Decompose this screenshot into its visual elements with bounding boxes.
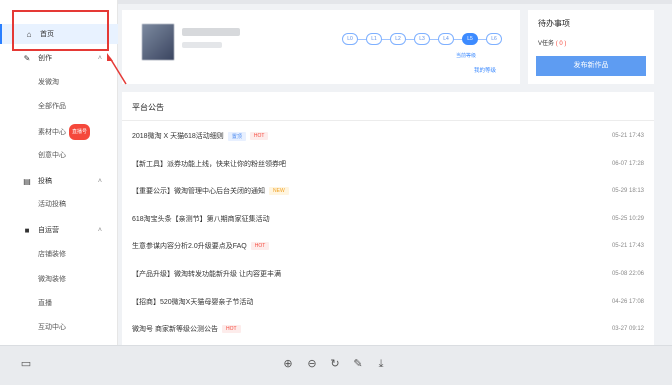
announcement-tag: 置顶 — [227, 131, 246, 141]
pencil-icon: ✎ — [23, 53, 31, 63]
sidebar-item-label: 投稿 — [38, 178, 52, 185]
sidebar-subitem-live[interactable]: 直播 — [38, 297, 52, 311]
zoom-out-icon[interactable]: ⊖ — [304, 356, 320, 372]
viewer-toolbar: ▭ ⊕ ⊖ ↻ ✎ ⤓ — [0, 345, 672, 385]
sidebar-subitem-interaction[interactable]: 互动中心 — [38, 321, 66, 335]
my-level-link[interactable]: 我的等级 — [474, 66, 496, 74]
sidebar-subitem-material[interactable]: 素材中心 直播号 — [38, 124, 91, 140]
announcements-title: 平台公告 — [132, 103, 164, 112]
sidebar-item-label: 创作 — [38, 55, 52, 62]
announcement-row[interactable]: 生意参谋内容分析2.0升级要点及FAQ HOT 05-21 17:43 — [132, 240, 644, 252]
todo-title: 待办事项 — [538, 19, 570, 28]
status-badge: 直播号 — [69, 124, 91, 140]
announcements-panel: 平台公告 2018微淘 X 天猫618活动细则 置顶 HOT 05-21 17:43 【… — [122, 92, 654, 345]
username-blurred — [182, 28, 240, 36]
todo-card: 待办事项 V任务 ( 0 ) 发布新作品 — [528, 10, 654, 84]
announcement-row[interactable]: 【招商】520微淘X天猫母婴亲子节活动 04-26 17:08 — [132, 296, 644, 308]
announcement-tag: HOT — [221, 325, 241, 334]
level-node-current: L5 — [462, 33, 478, 45]
panel-icon[interactable]: ▭ — [18, 356, 34, 372]
announcement-title[interactable]: 生意参谋内容分析2.0升级要点及FAQ — [132, 241, 247, 251]
sidebar-item-label: 素材中心 — [38, 128, 66, 136]
sidebar-subitem-all-works[interactable]: 全部作品 — [38, 100, 66, 114]
announcement-date: 05-08 22:06 — [611, 271, 644, 277]
announcement-title[interactable]: 【新工具】派券功能上线，快来让你的粉丝领券吧 — [132, 159, 286, 169]
announcement-title[interactable]: 618淘宝头条【亲测节】第八期商家征集活动 — [132, 214, 270, 224]
announcement-tag: HOT — [249, 132, 269, 140]
announcement-title[interactable]: 微淘号 商家新等级公测公告 — [132, 324, 218, 334]
announcement-date: 05-21 17:43 — [611, 243, 644, 250]
sidebar-subitem-shop-decor[interactable]: 店铺装修 — [38, 248, 66, 262]
announcement-tag: HOT — [250, 242, 270, 251]
highlight-box — [12, 10, 109, 51]
v-task[interactable]: V任务 ( 0 ) — [538, 38, 566, 47]
announcement-date: 05-25 10:29 — [611, 215, 644, 222]
user-info-blurred — [182, 42, 222, 48]
announcement-title[interactable]: 2018微淘 X 天猫618活动细则 — [132, 131, 224, 141]
sidebar-item-label: 自运营 — [38, 227, 59, 234]
announcement-date: 05-21 17:43 — [611, 133, 644, 139]
announcement-date: 04-26 17:08 — [611, 298, 644, 305]
announcement-row[interactable]: 【产品升级】微淘转发功能新升级 让内容更丰满 05-08 22:06 — [132, 268, 644, 280]
level-node: L6 — [486, 33, 502, 45]
divider — [122, 120, 654, 121]
v-task-count: ( 0 ) — [555, 41, 567, 47]
chevron-up-icon: ˄ — [97, 226, 102, 234]
profile-card: L0 L1 L2 L3 L4 L5 L6 当前等级 我的等级 — [122, 10, 520, 84]
level-node: L4 — [438, 33, 454, 45]
sidebar-item-submit[interactable]: ▤ 投稿 ˄ — [0, 171, 118, 191]
sidebar: ⌂ 首页 ✎ 创作 ˄ 发微淘 全部作品 素材中心 直播号 创意中心 ▤ 投稿 ˄… — [0, 0, 118, 345]
announcement-date: 03-27 09:12 — [611, 326, 644, 333]
sidebar-subitem-post[interactable]: 发微淘 — [38, 76, 59, 90]
sidebar-item-operate[interactable]: ■ 自运营 ˄ — [0, 220, 118, 240]
announcement-title[interactable]: 【重要公示】微淘管理中心后台关闭的通知 — [132, 186, 265, 196]
box-icon: ■ — [24, 225, 30, 235]
announcement-tag: NEW — [269, 187, 289, 196]
announcement-date: 05-29 18:13 — [611, 188, 644, 195]
sidebar-subitem-weitao-decor[interactable]: 微淘装修 — [38, 273, 66, 287]
download-icon[interactable]: ⤓ — [373, 356, 389, 372]
announcement-row[interactable]: 2018微淘 X 天猫618活动细则 置顶 HOT 05-21 17:43 — [132, 130, 644, 142]
level-node: L3 — [414, 33, 430, 45]
sidebar-subitem-creative[interactable]: 创意中心 — [38, 149, 66, 163]
zoom-in-icon[interactable]: ⊕ — [280, 356, 296, 372]
v-task-label: V任务 — [538, 41, 555, 47]
level-node: L1 — [366, 33, 382, 45]
rotate-icon[interactable]: ↻ — [327, 356, 343, 372]
announcement-row[interactable]: 【新工具】派券功能上线，快来让你的粉丝领券吧 06-07 17:28 — [132, 158, 644, 170]
level-progress: L0 L1 L2 L3 L4 L5 L6 — [342, 32, 502, 46]
sidebar-item-create[interactable]: ✎ 创作 ˄ — [0, 48, 118, 68]
publish-button[interactable]: 发布新作品 — [536, 56, 646, 76]
chevron-up-icon: ˄ — [97, 177, 102, 185]
document-icon: ▤ — [23, 176, 31, 186]
edit-icon[interactable]: ✎ — [350, 356, 366, 372]
announcement-date: 06-07 17:28 — [611, 160, 644, 167]
announcement-row[interactable]: 【重要公示】微淘管理中心后台关闭的通知 NEW 05-29 18:13 — [132, 185, 644, 197]
announcement-row[interactable]: 618淘宝头条【亲测节】第八期商家征集活动 05-25 10:29 — [132, 213, 644, 225]
announcement-title[interactable]: 【招商】520微淘X天猫母婴亲子节活动 — [132, 297, 253, 307]
avatar — [142, 24, 174, 60]
announcement-title[interactable]: 【产品升级】微淘转发功能新升级 让内容更丰满 — [132, 269, 281, 279]
level-node: L2 — [390, 33, 406, 45]
level-node: L0 — [342, 33, 358, 45]
announcement-row[interactable]: 微淘号 商家新等级公测公告 HOT 03-27 09:12 — [132, 323, 644, 335]
current-level-label: 当前等级 — [456, 53, 477, 59]
chevron-up-icon: ˄ — [97, 54, 102, 62]
sidebar-subitem-activity[interactable]: 活动投稿 — [38, 198, 66, 212]
